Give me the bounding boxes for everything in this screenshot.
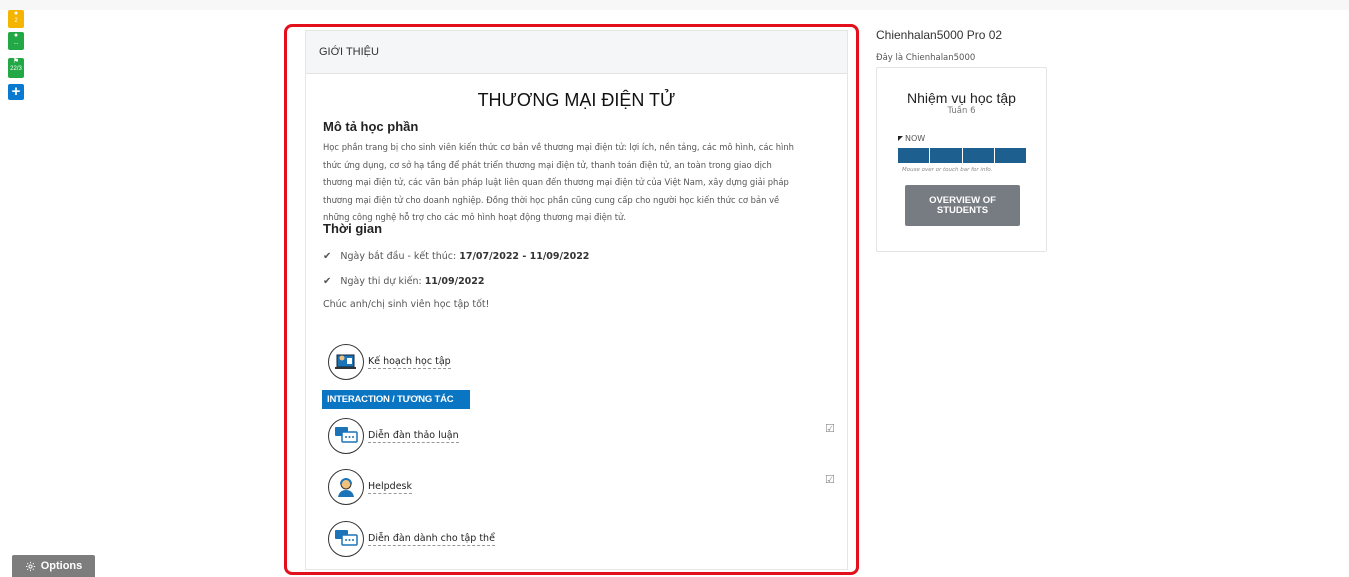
bell-icon: ● bbox=[13, 10, 19, 17]
now-label: NOW bbox=[905, 134, 926, 143]
week-segment[interactable] bbox=[898, 148, 930, 163]
progress-badge[interactable]: ⚑ 22/3 bbox=[8, 58, 24, 78]
task-week: Tuần 6 bbox=[947, 106, 976, 116]
overview-line-1: OVERVIEW OF bbox=[929, 194, 996, 206]
highlight-outline bbox=[284, 24, 859, 575]
plus-icon: + bbox=[11, 83, 21, 100]
add-button[interactable]: + bbox=[8, 84, 24, 100]
message-badge[interactable]: ● ... bbox=[8, 32, 24, 50]
overview-line-2: STUDENTS bbox=[936, 204, 989, 216]
user-subtitle: Đây là Chienhalan5000 bbox=[876, 53, 976, 63]
options-label: Options bbox=[40, 560, 83, 572]
week-progress-bar[interactable] bbox=[898, 148, 1026, 163]
user-name: Chienhalan5000 Pro 02 bbox=[876, 28, 1003, 42]
options-button[interactable]: Options bbox=[12, 555, 95, 577]
study-task-block: Nhiệm vụ học tập Tuần 6 NOW Mouse over o… bbox=[876, 67, 1047, 252]
week-segment[interactable] bbox=[930, 148, 962, 163]
top-strip bbox=[0, 0, 1349, 10]
chat-icon: ● bbox=[13, 32, 19, 39]
notification-badge[interactable]: ● 2 bbox=[8, 10, 24, 28]
overview-students-button[interactable]: OVERVIEW OF STUDENTS bbox=[905, 185, 1020, 226]
flag-icon bbox=[898, 135, 903, 141]
week-segment[interactable] bbox=[994, 148, 1026, 163]
gear-icon bbox=[25, 561, 35, 571]
bar-hint: Mouse over or touch bar for info. bbox=[902, 167, 993, 173]
week-segment[interactable] bbox=[962, 148, 994, 163]
now-marker: NOW bbox=[898, 134, 925, 143]
task-title: Nhiệm vụ học tập bbox=[907, 90, 1016, 106]
flag-icon: ⚑ bbox=[12, 58, 20, 65]
